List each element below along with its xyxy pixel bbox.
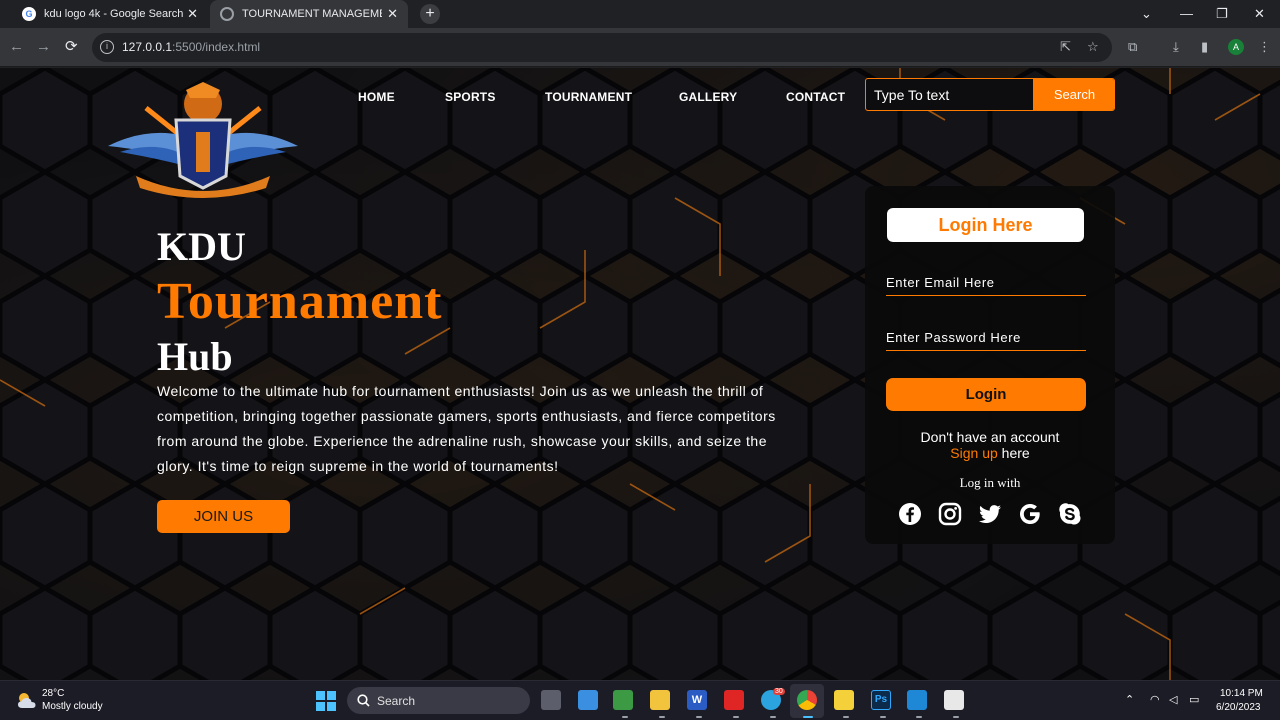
hero-title-hub: Hub — [157, 334, 233, 379]
social-login-icons — [898, 502, 1088, 528]
task-view-icon[interactable] — [541, 690, 561, 710]
taskbar-search[interactable]: Search — [347, 687, 530, 714]
google-g-icon: G — [22, 7, 36, 21]
hero-title-kdu: KDU — [157, 224, 246, 269]
browser-tab[interactable]: G kdu logo 4k - Google Search ✕ — [12, 0, 208, 28]
minimize-icon[interactable]: — — [1180, 6, 1193, 21]
running-indicator — [843, 716, 849, 718]
email-field[interactable] — [886, 270, 1086, 295]
snipping-tool-icon[interactable] — [944, 690, 964, 710]
notepad-plus-icon[interactable] — [613, 690, 633, 710]
close-tab-icon[interactable]: ✕ — [187, 6, 198, 22]
notification-badge: 30 — [773, 688, 785, 695]
extensions-icon[interactable]: ⧉ — [1128, 39, 1137, 55]
skype-icon[interactable] — [1058, 502, 1082, 526]
url-text[interactable]: 127.0.0.1:5500/index.html — [122, 40, 260, 54]
menu-kebab-icon[interactable]: ⋮ — [1258, 39, 1271, 55]
tab-title: kdu logo 4k - Google Search — [44, 8, 184, 20]
taskbar-search-label: Search — [377, 694, 416, 708]
weather-description[interactable]: Mostly cloudy — [42, 701, 103, 712]
word-icon[interactable]: W — [687, 690, 707, 710]
globe-icon — [220, 7, 234, 21]
side-panel-icon[interactable]: ▮ — [1201, 39, 1208, 55]
clock-date[interactable]: 6/20/2023 — [1216, 702, 1261, 713]
nav-home[interactable]: HOME — [358, 90, 395, 104]
facebook-icon[interactable] — [898, 502, 922, 526]
photoshop-icon[interactable]: Ps — [871, 690, 891, 710]
profile-avatar[interactable]: A — [1228, 39, 1244, 55]
search-input[interactable] — [866, 79, 1033, 110]
running-indicator — [880, 716, 886, 718]
nav-sports[interactable]: SPORTS — [445, 90, 496, 104]
nav-tournament[interactable]: TOURNAMENT — [545, 90, 632, 104]
forward-icon[interactable]: → — [36, 39, 51, 55]
browser-tab-strip: G kdu logo 4k - Google Search ✕ TOURNAME… — [0, 0, 1280, 28]
windows-taskbar: 28°C Mostly cloudy Search W 30 Ps ⌃ ◠ ◁ … — [0, 680, 1280, 720]
signup-line: Sign up here — [865, 445, 1115, 462]
new-tab-button[interactable]: + — [420, 4, 440, 24]
weather-temperature[interactable]: 28°C — [42, 688, 64, 699]
search-icon — [357, 694, 370, 707]
download-icon[interactable]: ⤓ — [1173, 39, 1179, 55]
browser-tab-active[interactable]: TOURNAMENT MANAGEMENT ✕ — [210, 0, 408, 28]
maximize-icon[interactable]: ❐ — [1216, 6, 1228, 22]
running-indicator — [733, 716, 739, 718]
nav-gallery[interactable]: GALLERY — [679, 90, 737, 104]
microsoft-store-icon[interactable] — [578, 690, 598, 710]
signup-suffix: here — [997, 445, 1030, 461]
windows-start-icon[interactable] — [316, 691, 336, 711]
vscode-icon[interactable] — [907, 690, 927, 710]
share-icon[interactable]: ⇱ — [1060, 39, 1071, 55]
reload-icon[interactable]: ⟳ — [65, 39, 78, 55]
chrome-icon[interactable] — [797, 690, 817, 710]
site-info-icon[interactable]: i — [100, 40, 114, 54]
back-icon[interactable]: ← — [9, 39, 24, 55]
login-card: Login Here Login Don't have an account S… — [865, 186, 1115, 544]
file-explorer-icon[interactable] — [650, 690, 670, 710]
email-field-wrap — [886, 270, 1086, 296]
kdu-logo[interactable] — [106, 80, 300, 198]
tab-search-icon[interactable]: ⌄ — [1141, 6, 1152, 22]
hero-title-tournament: Tournament — [157, 273, 443, 330]
running-indicator — [916, 716, 922, 718]
no-account-text: Don't have an account — [920, 429, 1060, 445]
twitter-icon[interactable] — [978, 502, 1002, 526]
google-icon[interactable] — [1018, 502, 1042, 526]
password-field[interactable] — [886, 325, 1086, 350]
login-with-text: Log in with — [959, 475, 1021, 490]
password-field-wrap — [886, 325, 1086, 351]
sticky-notes-icon[interactable] — [834, 690, 854, 710]
show-hidden-icons-chevron-icon[interactable]: ⌃ — [1125, 693, 1134, 706]
search-button[interactable]: Search — [1033, 79, 1114, 110]
running-indicator — [953, 716, 959, 718]
nav-contact[interactable]: CONTACT — [786, 90, 845, 104]
close-window-icon[interactable]: ✕ — [1254, 6, 1265, 22]
join-us-button[interactable]: JOIN US — [157, 500, 290, 533]
volume-icon[interactable]: ◁ — [1169, 693, 1177, 706]
hero-description: Welcome to the ultimate hub for tourname… — [157, 383, 776, 474]
login-button[interactable]: Login — [886, 378, 1086, 411]
web-page: HOME SPORTS TOURNAMENT GALLERY CONTACT S… — [0, 68, 1280, 680]
signup-link[interactable]: Sign up — [950, 445, 997, 461]
running-indicator — [770, 716, 776, 718]
cloudy-weather-icon[interactable] — [16, 690, 38, 710]
close-tab-icon[interactable]: ✕ — [387, 6, 398, 22]
bookmark-star-icon[interactable]: ☆ — [1087, 39, 1099, 55]
active-indicator — [803, 716, 813, 718]
running-indicator — [659, 716, 665, 718]
instagram-icon[interactable] — [938, 502, 962, 526]
running-indicator — [622, 716, 628, 718]
running-indicator — [696, 716, 702, 718]
site-search: Search — [865, 78, 1115, 111]
tab-title: TOURNAMENT MANAGEMENT — [242, 8, 382, 20]
battery-icon[interactable]: ▭ — [1189, 693, 1199, 706]
login-title: Login Here — [887, 208, 1084, 242]
youtube-icon[interactable] — [724, 690, 744, 710]
wifi-icon[interactable]: ◠ — [1150, 693, 1160, 706]
address-bar[interactable]: i 127.0.0.1:5500/index.html — [92, 33, 1112, 62]
clock-time[interactable]: 10:14 PM — [1220, 688, 1263, 699]
